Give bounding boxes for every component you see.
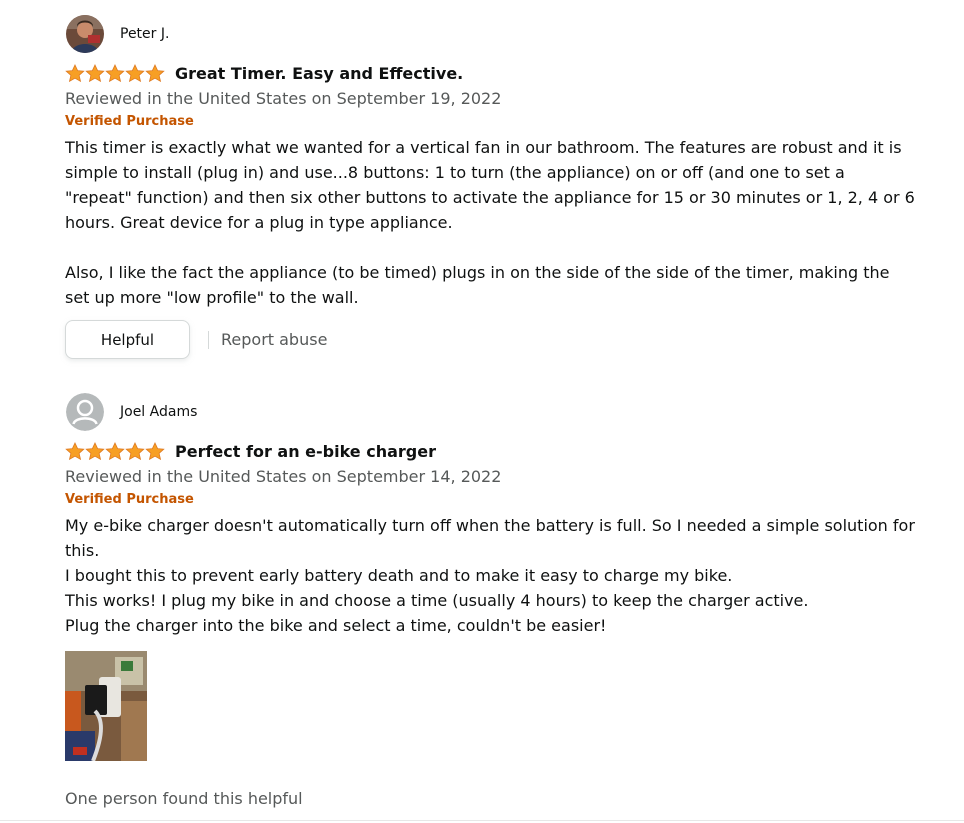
star-rating[interactable]: [65, 64, 165, 82]
star-icon: [105, 64, 125, 82]
review-body: My e-bike charger doesn't automatically …: [65, 513, 915, 638]
review-card: Peter J. Great Timer. Easy and Effective…: [65, 15, 925, 359]
review-title-row: Perfect for an e-bike charger: [65, 440, 925, 462]
review-line: I bought this to prevent early battery d…: [65, 566, 733, 585]
star-icon: [125, 64, 145, 82]
star-icon: [85, 64, 105, 82]
star-icon: [145, 64, 165, 82]
review-title[interactable]: Great Timer. Easy and Effective.: [175, 64, 463, 83]
review-paragraph: This timer is exactly what we wanted for…: [65, 138, 915, 232]
verified-purchase-badge: Verified Purchase: [65, 114, 194, 129]
review-body: This timer is exactly what we wanted for…: [65, 135, 915, 310]
reviewer-profile[interactable]: Peter J.: [65, 15, 925, 53]
review-title-row: Great Timer. Easy and Effective.: [65, 62, 925, 84]
default-user-icon: [66, 393, 104, 431]
review-line: Plug the charger into the bike and selec…: [65, 616, 607, 635]
review-paragraph: Also, I like the fact the appliance (to …: [65, 263, 890, 307]
review-photo-thumbnail[interactable]: [65, 651, 147, 761]
reviewer-profile[interactable]: Joel Adams: [65, 393, 925, 431]
star-icon: [65, 64, 85, 82]
star-icon: [105, 442, 125, 460]
review-card: Joel Adams Perfect for an e-bike charger…: [65, 393, 925, 808]
star-icon: [125, 442, 145, 460]
divider: [0, 820, 964, 821]
review-title[interactable]: Perfect for an e-bike charger: [175, 442, 436, 461]
verified-purchase-badge: Verified Purchase: [65, 492, 194, 507]
star-icon: [65, 442, 85, 460]
review-line: This works! I plug my bike in and choose…: [65, 591, 809, 610]
review-date: Reviewed in the United States on Septemb…: [65, 89, 502, 108]
review-actions: Helpful Report abuse: [65, 320, 925, 359]
star-rating[interactable]: [65, 442, 165, 460]
star-icon: [145, 442, 165, 460]
reviewer-name[interactable]: Joel Adams: [120, 404, 197, 420]
avatar[interactable]: [66, 393, 104, 431]
divider: [208, 330, 209, 349]
review-date: Reviewed in the United States on Septemb…: [65, 467, 502, 486]
report-abuse-link[interactable]: Report abuse: [221, 330, 327, 349]
reviewer-name[interactable]: Peter J.: [120, 26, 169, 42]
avatar[interactable]: [66, 15, 104, 53]
helpful-button[interactable]: Helpful: [65, 320, 190, 359]
review-line: My e-bike charger doesn't automatically …: [65, 516, 915, 560]
helpful-count: One person found this helpful: [65, 789, 303, 808]
star-icon: [85, 442, 105, 460]
